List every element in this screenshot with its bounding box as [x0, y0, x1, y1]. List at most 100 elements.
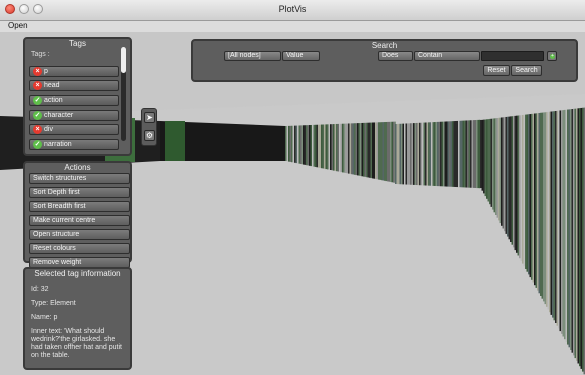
node-stripe: [420, 122, 422, 186]
node-stripe: [577, 108, 579, 364]
node-stripe: [388, 121, 390, 182]
node-stripe: [541, 112, 543, 299]
tag-item-narration[interactable]: ✓ narration: [29, 139, 119, 150]
sort-breadth-first-button[interactable]: Sort Breadth first: [29, 201, 130, 212]
node-stripe: [324, 124, 326, 169]
tags-panel-title: Tags: [69, 39, 86, 48]
node-stripe: [416, 122, 418, 186]
node-stripe: [507, 116, 509, 237]
node-stripe: [327, 124, 329, 170]
node-stripe: [550, 111, 552, 315]
node-stripe: [351, 123, 353, 175]
remove-tag-icon[interactable]: ×: [33, 81, 42, 90]
remove-tag-icon[interactable]: ×: [33, 67, 42, 76]
node-stripe: [440, 121, 442, 187]
tag-item-head[interactable]: × head: [29, 80, 119, 91]
node-stripe: [531, 113, 533, 280]
node-stripe: [483, 119, 485, 194]
selected-tag-info-panel: Selected tag information Id: 32 Type: El…: [23, 267, 132, 370]
node-stripe: [517, 115, 519, 256]
node-stripe: [453, 121, 455, 187]
search-query-input[interactable]: [481, 51, 544, 61]
node-stripe: [390, 121, 392, 182]
node-stripe: [367, 122, 369, 178]
node-stripe: [546, 112, 548, 307]
node-stripe: [297, 125, 299, 164]
node-stripe: [342, 123, 344, 173]
node-stripe: [336, 123, 338, 172]
tags-scrollbar-thumb[interactable]: [121, 47, 126, 73]
node-stripe: [434, 122, 436, 186]
node-stripe: [285, 126, 287, 161]
node-stripe: [294, 125, 296, 163]
reset-button[interactable]: Reset: [483, 65, 510, 76]
node-scope-select[interactable]: [All nodes]: [224, 51, 281, 61]
node-stripe: [580, 107, 582, 369]
node-stripe: [498, 117, 500, 221]
make-current-centre-button[interactable]: Make current centre: [29, 215, 130, 226]
tag-item-character[interactable]: ✓ character: [29, 110, 119, 121]
node-stripe: [414, 123, 416, 185]
actions-panel: Actions Switch structures Sort Depth fir…: [23, 161, 132, 268]
node-stripe: [464, 120, 466, 188]
gear-icon[interactable]: ⚙: [144, 130, 155, 141]
node-stripe: [438, 121, 440, 187]
node-stripe: [582, 107, 584, 372]
switch-structures-button[interactable]: Switch structures: [29, 173, 130, 184]
node-stripe: [286, 125, 288, 162]
node-stripe: [441, 121, 443, 187]
node-stripe: [534, 113, 536, 286]
node-stripe: [395, 124, 397, 184]
node-stripe: [520, 115, 522, 261]
plus-circle-icon[interactable]: +: [547, 51, 557, 61]
node-stripe: [516, 115, 518, 253]
remove-tag-icon[interactable]: ×: [33, 125, 42, 134]
node-stripe: [375, 122, 377, 179]
menu-open[interactable]: Open: [8, 21, 28, 30]
node-stripe: [565, 109, 567, 342]
tags-label: Tags :: [31, 51, 50, 58]
node-stripe: [407, 123, 409, 185]
sort-depth-first-button[interactable]: Sort Depth first: [29, 187, 130, 198]
node-stripe: [349, 123, 351, 174]
node-stripe: [165, 121, 185, 161]
node-stripe: [471, 120, 473, 188]
node-stripe: [303, 125, 305, 165]
node-stripe: [559, 110, 561, 332]
check-tag-icon[interactable]: ✓: [33, 96, 42, 105]
check-tag-icon[interactable]: ✓: [33, 140, 42, 149]
tag-type-text: Type: Element: [31, 300, 76, 307]
arrow-cursor-icon[interactable]: ➤: [144, 112, 155, 123]
search-button[interactable]: Search: [511, 65, 542, 76]
tags-panel: Tags Tags : × p × head ✓ action ✓ character …: [23, 37, 132, 156]
field-select[interactable]: Value: [282, 51, 320, 61]
tags-scrollbar[interactable]: [121, 47, 126, 141]
operator-select[interactable]: Does: [378, 51, 413, 61]
info-panel-title: Selected tag information: [34, 269, 121, 278]
node-stripe: [357, 123, 359, 176]
node-stripe: [289, 125, 291, 162]
node-stripe: [372, 122, 374, 179]
node-stripe: [513, 116, 515, 248]
node-stripe: [579, 108, 581, 367]
match-select[interactable]: Contain: [414, 51, 480, 61]
node-stripe: [378, 122, 380, 180]
window-titlebar: PlotVis: [0, 0, 585, 21]
tag-item-action[interactable]: ✓ action: [29, 95, 119, 106]
node-stripe: [547, 111, 549, 310]
check-tag-icon[interactable]: ✓: [33, 111, 42, 120]
node-stripe: [514, 115, 516, 251]
node-stripe: [487, 119, 489, 202]
node-stripe: [295, 125, 297, 164]
node-stripe: [333, 124, 335, 171]
tag-item-p[interactable]: × p: [29, 66, 119, 77]
tag-item-div[interactable]: × div: [29, 124, 119, 135]
open-structure-button[interactable]: Open structure: [29, 229, 130, 240]
node-stripe: [465, 120, 467, 188]
reset-colours-button[interactable]: Reset colours: [29, 243, 130, 254]
visualization-canvas[interactable]: Tags Tags : × p × head ✓ action ✓ character …: [0, 32, 585, 375]
node-stripe: [428, 122, 430, 186]
tag-label: narration: [44, 141, 72, 148]
node-stripe: [431, 122, 433, 186]
node-stripe: [529, 114, 531, 278]
